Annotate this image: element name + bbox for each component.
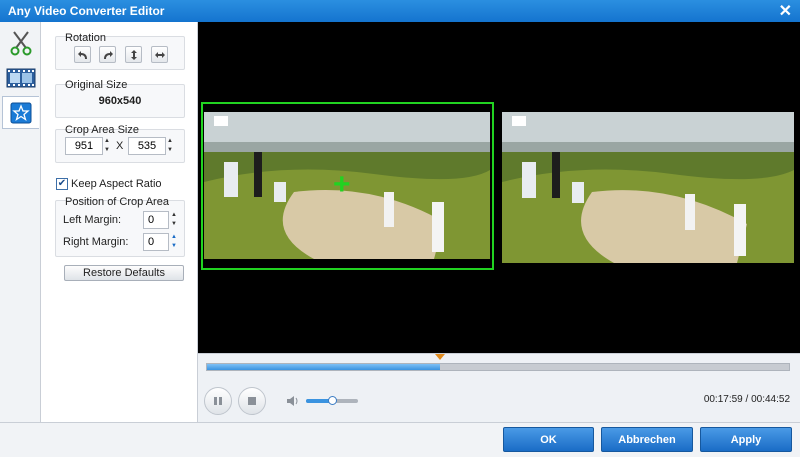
crop-center-handle[interactable]: + <box>333 170 351 200</box>
flip-horizontal-button[interactable] <box>151 46 168 63</box>
right-margin-label: Right Margin: <box>63 236 129 248</box>
playback-bar: 00:17:59 / 00:44:52 <box>198 353 800 422</box>
left-margin-spinner[interactable]: ▲ ▼ <box>170 211 178 229</box>
volume-knob[interactable] <box>328 396 337 405</box>
right-margin-input[interactable] <box>143 233 169 251</box>
rotate-right-icon <box>103 50 113 59</box>
ok-button[interactable]: OK <box>503 427 594 452</box>
window-title: Any Video Converter Editor <box>8 4 165 18</box>
filmstrip-icon <box>6 68 35 87</box>
crop-height-spinner[interactable]: ▲ ▼ <box>166 137 174 155</box>
flip-vertical-icon <box>130 49 137 60</box>
left-margin-input[interactable] <box>143 211 169 229</box>
seek-bar[interactable] <box>206 363 790 371</box>
speaker-icon[interactable] <box>286 394 300 408</box>
original-size-value: 960x540 <box>98 95 142 107</box>
video-preview: + <box>198 22 800 353</box>
crop-size-separator: X <box>116 140 124 152</box>
crop-settings-panel: Rotation Original Size 960x540 Crop Area… <box>41 22 198 422</box>
stop-icon <box>248 397 256 405</box>
right-margin-spinner[interactable]: ▲ ▼ <box>170 233 178 251</box>
original-size-title: Original Size <box>65 79 128 91</box>
apply-button[interactable]: Apply <box>700 427 792 452</box>
star-effect-icon <box>10 102 32 123</box>
effect-tool-button[interactable] <box>2 96 39 129</box>
flip-vertical-button[interactable] <box>125 46 142 63</box>
trim-tool-button[interactable] <box>2 26 39 59</box>
scissors-icon <box>10 30 31 55</box>
rotation-title: Rotation <box>65 32 106 44</box>
seek-marker[interactable] <box>434 354 445 360</box>
tool-sidebar <box>0 22 41 422</box>
crop-width-input[interactable] <box>65 137 103 155</box>
keep-aspect-label: Keep Aspect Ratio <box>71 178 162 190</box>
position-title: Position of Crop Area <box>65 196 169 208</box>
result-video-frame <box>502 112 794 263</box>
close-icon[interactable]: ✕ <box>779 1 792 21</box>
rotate-right-button[interactable] <box>99 46 116 63</box>
crop-area-size-title: Crop Area Size <box>65 124 139 136</box>
rotate-left-button[interactable] <box>74 46 91 63</box>
rotate-left-icon <box>77 50 87 59</box>
cancel-button[interactable]: Abbrechen <box>601 427 693 452</box>
title-bar: Any Video Converter Editor ✕ <box>0 0 800 22</box>
stop-button[interactable] <box>238 387 266 415</box>
flip-horizontal-icon <box>154 51 165 58</box>
left-margin-label: Left Margin: <box>63 214 122 226</box>
crop-tool-button[interactable] <box>2 61 39 94</box>
seek-progress <box>207 364 440 370</box>
crop-width-spinner[interactable]: ▲ ▼ <box>103 137 111 155</box>
restore-defaults-button[interactable]: Restore Defaults <box>64 265 184 281</box>
pause-button[interactable] <box>204 387 232 415</box>
crop-height-input[interactable] <box>128 137 166 155</box>
playback-time: 00:17:59 / 00:44:52 <box>703 394 790 405</box>
keep-aspect-checkbox[interactable]: ✔ <box>56 178 68 190</box>
dialog-footer: OK Abbrechen Apply <box>0 422 800 457</box>
pause-icon <box>214 397 222 405</box>
